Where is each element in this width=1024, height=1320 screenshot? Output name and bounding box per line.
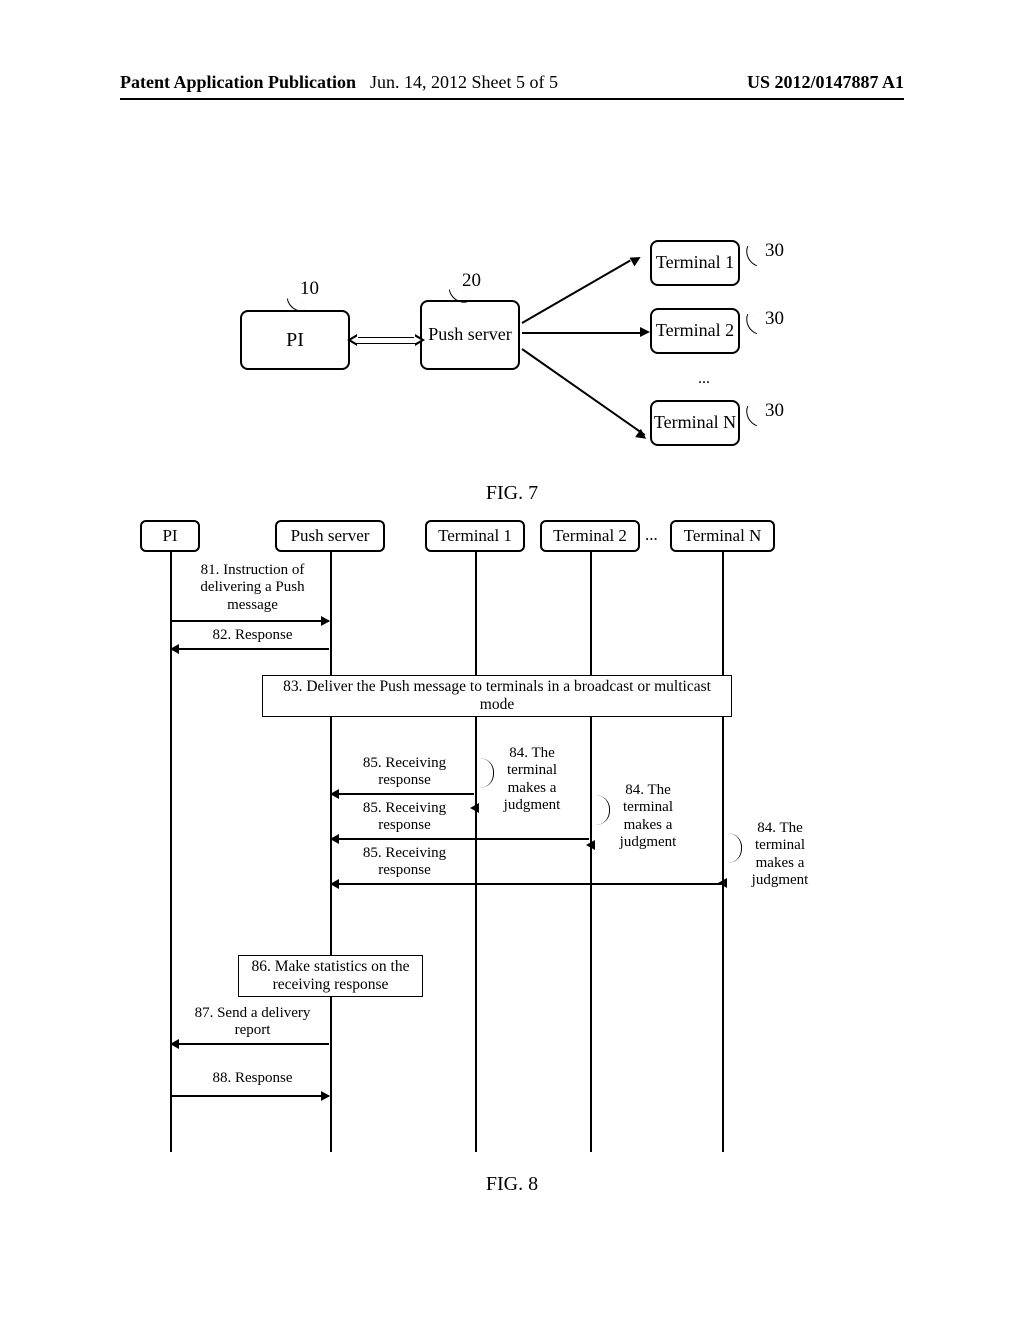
msg-88-label: 88. Response (195, 1070, 310, 1087)
msg-83-box: 83. Deliver the Push message to terminal… (262, 675, 732, 717)
lane-push-line (330, 552, 332, 1152)
terminal-1-node: Terminal 1 (650, 240, 740, 286)
ref-30a: 30 (765, 240, 784, 262)
msg-84a-label: 84. The terminal makes a judgment (492, 745, 572, 814)
lane-terminal-2: Terminal 2 (540, 520, 640, 552)
ref-30c: 30 (765, 400, 784, 422)
bidirectional-arrow-icon (355, 335, 417, 345)
msg-82-arrow-icon (171, 648, 329, 650)
header-patent-number: US 2012/0147887 A1 (747, 72, 904, 93)
msg-86-box: 86. Make statistics on the receiving res… (238, 955, 423, 997)
figure-7: PI Push server Terminal 1 Terminal 2 ...… (200, 230, 820, 470)
arrow-to-t2-icon (522, 332, 644, 334)
arrow-to-t1-icon (522, 260, 631, 324)
msg-84b-label: 84. The terminal makes a judgment (608, 782, 688, 851)
judge-arrow-b-icon (586, 840, 595, 850)
lane-pi: PI (140, 520, 200, 552)
terminal-1-label: Terminal 1 (656, 252, 734, 274)
pi-node: PI (240, 310, 350, 370)
figure-8: PI Push server Terminal 1 Terminal 2 ...… (140, 520, 910, 1160)
msg-88-arrow-icon (171, 1095, 329, 1097)
msg-85a-arrow-icon (331, 793, 474, 795)
header-date-sheet: Jun. 14, 2012 Sheet 5 of 5 (370, 72, 558, 93)
arrow-head-t1-icon (630, 253, 644, 267)
terminal-2-node: Terminal 2 (650, 308, 740, 354)
msg-86-label: 86. Make statistics on the receiving res… (243, 958, 418, 994)
judge-arrow-a-icon (470, 803, 479, 813)
msg-87-arrow-icon (171, 1043, 329, 1045)
msg-81-arrow-icon (171, 620, 329, 622)
lane-terminal-n: Terminal N (670, 520, 775, 552)
msg-82-label: 82. Response (195, 627, 310, 644)
arrow-to-tn-icon (521, 348, 645, 436)
ref-10: 10 (300, 278, 319, 300)
msg-85b-label: 85. Receiving response (342, 800, 467, 835)
header-divider (120, 98, 904, 100)
msg-81-label: 81. Instruction of delivering a Push mes… (180, 562, 325, 614)
terminal-n-node: Terminal N (650, 400, 740, 446)
lane-pi-line (170, 552, 172, 1152)
lane-t2-line (590, 552, 592, 1152)
ref-arc-30a (742, 246, 763, 267)
arrow-head-t2-icon (640, 327, 650, 337)
lane-tn-line (722, 552, 724, 1152)
figure-7-caption: FIG. 7 (0, 482, 1024, 505)
push-server-label: Push server (428, 324, 512, 346)
header-publication: Patent Application Publication (120, 72, 356, 93)
msg-85c-label: 85. Receiving response (342, 845, 467, 880)
push-server-node: Push server (420, 300, 520, 370)
msg-83-label: 83. Deliver the Push message to terminal… (267, 678, 727, 714)
ref-20: 20 (462, 270, 481, 292)
terminal-2-label: Terminal 2 (656, 320, 734, 342)
terminal-n-label: Terminal N (654, 412, 736, 434)
msg-85c-arrow-icon (331, 883, 721, 885)
msg-85a-label: 85. Receiving response (342, 755, 467, 790)
msg-85b-arrow-icon (331, 838, 589, 840)
lane-terminal-1: Terminal 1 (425, 520, 525, 552)
msg-84c-label: 84. The terminal makes a judgment (740, 820, 820, 889)
ref-arc-30c (742, 406, 763, 427)
lane-ellipsis: ... (645, 525, 658, 545)
ref-arc-30b (742, 314, 763, 335)
ref-30b: 30 (765, 308, 784, 330)
terminals-ellipsis: ... (698, 370, 710, 388)
lane-t1-line (475, 552, 477, 1152)
figure-8-caption: FIG. 8 (0, 1173, 1024, 1196)
lane-push-server: Push server (275, 520, 385, 552)
msg-87-label: 87. Send a delivery report (190, 1005, 315, 1040)
